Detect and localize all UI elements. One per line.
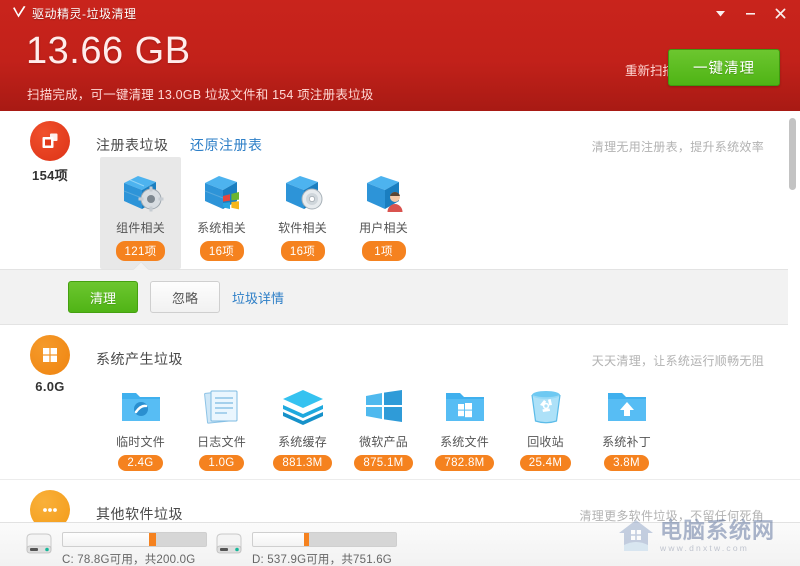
menu-button[interactable] bbox=[706, 1, 734, 25]
section-system: 6.0G 系统产生垃圾 天天清理，让系统运行顺畅无阻 临时文件 bbox=[0, 325, 788, 479]
close-button[interactable] bbox=[766, 1, 794, 25]
tile-label: 组件相关 bbox=[100, 219, 181, 236]
disk-bar-d bbox=[252, 532, 397, 547]
tile-label: 系统文件 bbox=[424, 433, 505, 450]
tile-value: 875.1M bbox=[354, 455, 412, 471]
section-other: 其他软件垃圾 清理更多软件垃圾，不留任何死角 bbox=[0, 480, 788, 522]
total-junk-size: 13.66 GB bbox=[26, 32, 191, 70]
tile-system-cache[interactable]: 系统缓存 881.3M bbox=[262, 371, 343, 479]
patch-folder-icon bbox=[586, 381, 667, 431]
log-file-icon bbox=[181, 381, 262, 431]
tile-label: 软件相关 bbox=[262, 219, 343, 236]
tile-system-files[interactable]: 系统文件 782.8M bbox=[424, 371, 505, 479]
microsoft-logo-icon bbox=[343, 381, 424, 431]
tile-label: 临时文件 bbox=[100, 433, 181, 450]
tile-recycle-bin[interactable]: 回收站 25.4M bbox=[505, 371, 586, 479]
hard-drive-icon bbox=[22, 530, 56, 560]
disk-bar-marker bbox=[304, 533, 309, 546]
vertical-scrollbar[interactable] bbox=[789, 117, 796, 516]
windows-icon bbox=[30, 335, 70, 375]
windows-blocks-icon bbox=[181, 167, 262, 217]
section-hint-system: 天天清理，让系统运行顺畅无阻 bbox=[592, 352, 764, 369]
disc-blocks-icon bbox=[262, 167, 343, 217]
tile-software-related[interactable]: 软件相关 16项 bbox=[262, 157, 343, 269]
tile-microsoft-products[interactable]: 微软产品 875.1M bbox=[343, 371, 424, 479]
disk-label-c: C: 78.8G可用，共200.0G bbox=[62, 551, 207, 566]
tile-system-related[interactable]: 系统相关 16项 bbox=[181, 157, 262, 269]
disk-bar-fill bbox=[63, 533, 149, 546]
tile-log-files[interactable]: 日志文件 1.0G bbox=[181, 371, 262, 479]
section-title-registry: 注册表垃圾 bbox=[96, 135, 169, 155]
clean-button[interactable]: 清理 bbox=[68, 281, 138, 313]
tile-label: 系统缓存 bbox=[262, 433, 343, 450]
registry-tiles: 组件相关 121项 bbox=[0, 157, 788, 269]
ignore-button[interactable]: 忽略 bbox=[150, 281, 220, 313]
section-title-system: 系统产生垃圾 bbox=[96, 349, 183, 369]
ellipsis-icon bbox=[30, 490, 70, 522]
app-header: 驱动精灵-垃圾清理 13.66 G bbox=[0, 0, 800, 111]
registry-action-bar: 清理 忽略 垃圾详情 bbox=[0, 269, 788, 325]
tile-label: 微软产品 bbox=[343, 433, 424, 450]
section-header-system: 6.0G 系统产生垃圾 天天清理，让系统运行顺畅无阻 bbox=[0, 325, 788, 371]
window-controls bbox=[706, 0, 794, 26]
selection-caret-icon bbox=[133, 262, 149, 270]
temp-folder-icon bbox=[100, 381, 181, 431]
disk-usage-c: C: 78.8G可用，共200.0G bbox=[22, 530, 207, 566]
tile-temp-files[interactable]: 临时文件 2.4G bbox=[100, 371, 181, 479]
disk-bar-fill bbox=[253, 533, 304, 546]
other-badge bbox=[28, 490, 72, 522]
disk-label-d: D: 537.9G可用，共751.6G bbox=[252, 551, 397, 566]
section-header-registry: 154项 注册表垃圾 还原注册表 清理无用注册表，提升系统效率 bbox=[0, 111, 788, 157]
tile-label: 系统补丁 bbox=[586, 433, 667, 450]
section-title-other: 其他软件垃圾 bbox=[96, 504, 183, 522]
checkmark-logo-icon bbox=[10, 4, 28, 22]
hard-drive-icon bbox=[212, 530, 246, 560]
tile-value: 16项 bbox=[281, 241, 325, 261]
tile-system-patches[interactable]: 系统补丁 3.8M bbox=[586, 371, 667, 479]
junk-cleaner-window: 驱动精灵-垃圾清理 13.66 G bbox=[0, 0, 800, 566]
tile-label: 用户相关 bbox=[343, 219, 424, 236]
tile-user-related[interactable]: 用户相关 1项 bbox=[343, 157, 424, 269]
tile-component-related[interactable]: 组件相关 121项 bbox=[100, 157, 181, 269]
disk-bar-c bbox=[62, 532, 207, 547]
user-blocks-icon bbox=[343, 167, 424, 217]
section-hint-registry: 清理无用注册表，提升系统效率 bbox=[592, 138, 764, 155]
system-folder-icon bbox=[424, 381, 505, 431]
minimize-button[interactable] bbox=[736, 1, 764, 25]
tile-label: 日志文件 bbox=[181, 433, 262, 450]
tile-value: 121项 bbox=[116, 241, 166, 261]
disk-bar-marker bbox=[149, 533, 156, 546]
tile-value: 2.4G bbox=[118, 455, 162, 471]
section-registry: 154项 注册表垃圾 还原注册表 清理无用注册表，提升系统效率 bbox=[0, 111, 788, 325]
tile-label: 系统相关 bbox=[181, 219, 262, 236]
disk-usage-d: D: 537.9G可用，共751.6G bbox=[212, 530, 397, 566]
window-title: 驱动精灵-垃圾清理 bbox=[32, 5, 137, 22]
tile-value: 881.3M bbox=[273, 455, 331, 471]
scan-status-text: 扫描完成，可一键清理 13.0GB 垃圾文件和 154 项注册表垃圾 bbox=[27, 84, 373, 103]
tile-value: 1.0G bbox=[199, 455, 243, 471]
title-bar: 驱动精灵-垃圾清理 bbox=[0, 0, 800, 26]
section-hint-other: 清理更多软件垃圾，不留任何死角 bbox=[579, 507, 764, 522]
tile-value: 25.4M bbox=[520, 455, 571, 471]
section-header-other: 其他软件垃圾 清理更多软件垃圾，不留任何死角 bbox=[0, 480, 788, 522]
registry-icon bbox=[30, 121, 70, 161]
tile-label: 回收站 bbox=[505, 433, 586, 450]
tile-value: 1项 bbox=[362, 241, 406, 261]
status-footer: C: 78.8G可用，共200.0G D: 537.9G可用，共751.6G bbox=[0, 522, 800, 566]
tile-value: 3.8M bbox=[604, 455, 649, 471]
tile-value: 782.8M bbox=[435, 455, 493, 471]
system-tiles: 临时文件 2.4G 日志文件 bbox=[0, 371, 788, 479]
cache-stack-icon bbox=[262, 381, 343, 431]
restore-registry-link[interactable]: 还原注册表 bbox=[190, 135, 263, 155]
component-gear-icon bbox=[100, 167, 181, 217]
recycle-bin-icon bbox=[505, 381, 586, 431]
content-area: 154项 注册表垃圾 还原注册表 清理无用注册表，提升系统效率 bbox=[0, 111, 800, 522]
scrollbar-thumb[interactable] bbox=[789, 118, 796, 190]
junk-detail-link[interactable]: 垃圾详情 bbox=[232, 288, 284, 307]
clean-all-button[interactable]: 一键清理 bbox=[668, 49, 780, 86]
tile-value: 16项 bbox=[200, 241, 244, 261]
